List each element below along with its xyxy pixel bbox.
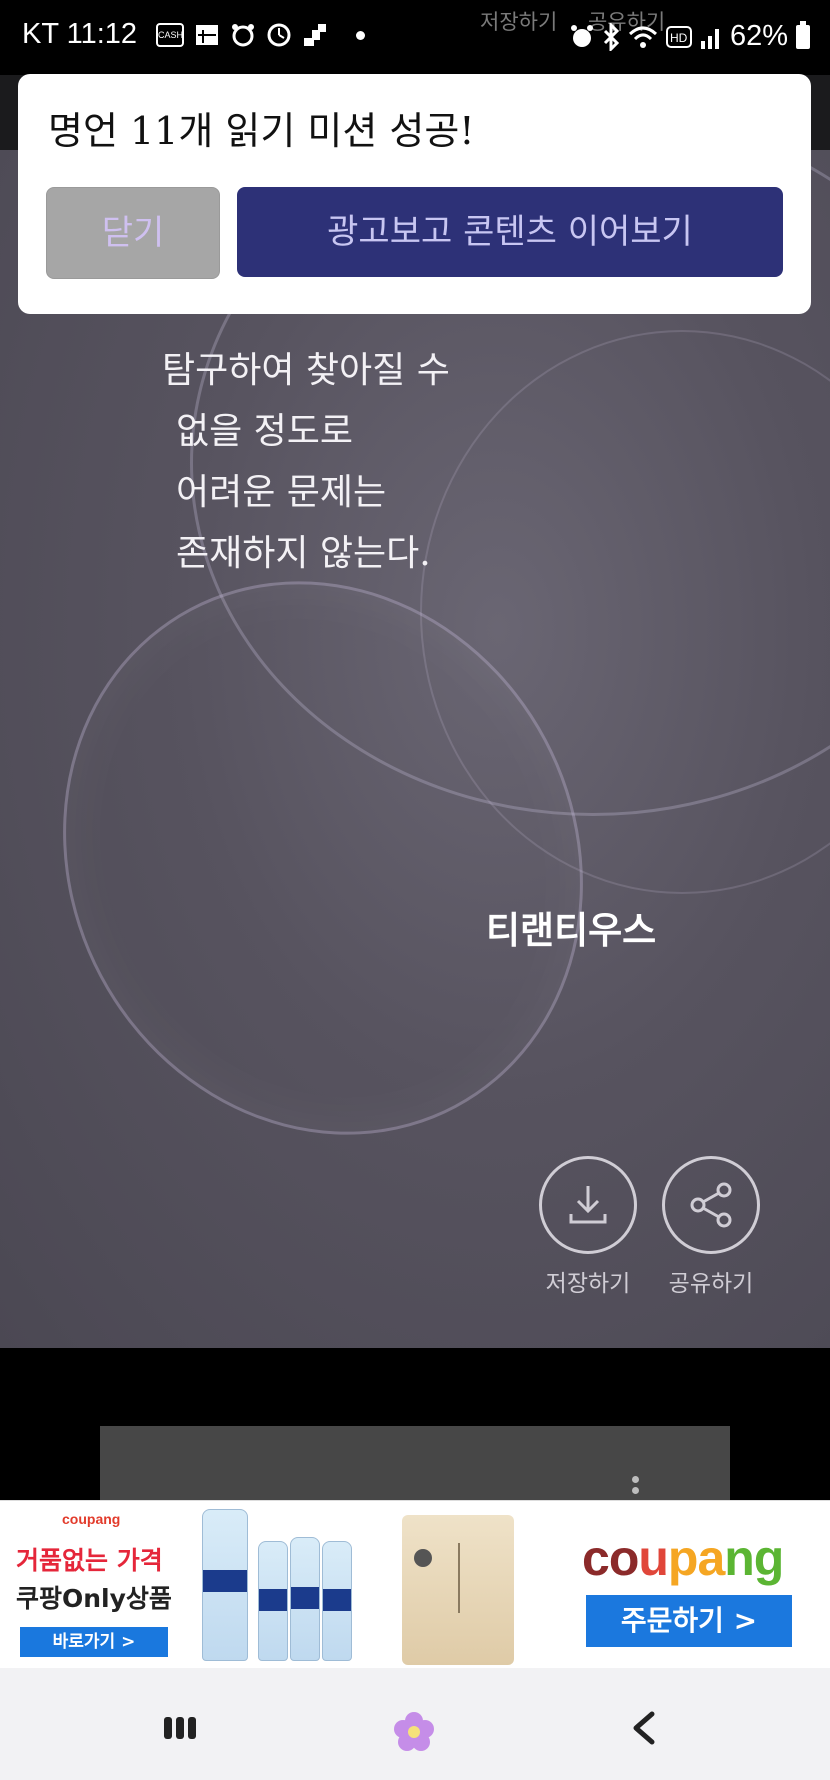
save-button[interactable]: 저장하기 (533, 1156, 643, 1298)
signal-icon (700, 28, 719, 49)
quote-line: 존재하지 않는다. (176, 533, 431, 574)
coupang-logo: coupang (582, 1530, 784, 1586)
mission-success-popup: 명언 11개 읽기 미션 성공! 닫기 광고보고 콘텐츠 이어보기 (18, 74, 811, 314)
ad-product-water[interactable] (186, 1507, 366, 1667)
share-button[interactable]: 공유하기 (656, 1156, 766, 1298)
more-options-icon[interactable] (632, 1476, 640, 1498)
download-icon[interactable] (539, 1156, 637, 1254)
steps-icon (302, 22, 328, 48)
share-icon[interactable] (662, 1156, 760, 1254)
ad-subheadline: 쿠팡Only상품 (16, 1584, 172, 1613)
ad-promo-tile[interactable]: coupang 거품없는 가격 쿠팡Only상품 바로가기 > (6, 1507, 178, 1667)
svg-text:HD: HD (670, 31, 688, 45)
ad-headline: 거품없는 가격 (16, 1546, 163, 1575)
more-notifications-dot-icon (356, 30, 365, 40)
back-icon[interactable] (628, 1708, 658, 1752)
popup-title: 명언 11개 읽기 미션 성공! (48, 109, 475, 153)
recent-apps-icon[interactable] (164, 1717, 200, 1743)
battery-icon (796, 20, 810, 49)
save-label: 저장하기 (545, 1271, 631, 1297)
ad-brand-tile[interactable]: coupang 주문하기 > (552, 1507, 828, 1667)
timer-icon (266, 22, 292, 48)
order-button[interactable]: 주문하기 > (586, 1595, 792, 1647)
quote-line: 없을 정도로 (176, 411, 354, 452)
ad-banner[interactable]: coupang 거품없는 가격 쿠팡Only상품 바로가기 > coupang … (0, 1500, 830, 1669)
rice-bag-image (402, 1515, 514, 1665)
alarm-icon (570, 24, 593, 47)
cash-icon: CASH (156, 23, 184, 47)
system-icons: HD 62% (570, 20, 810, 53)
ad-go-button[interactable]: 바로가기 > (20, 1627, 168, 1657)
list-icon (194, 22, 220, 48)
clock: 11:12 (66, 18, 138, 50)
quote-line: 탐구하여 찾아질 수 (162, 350, 450, 391)
close-button[interactable]: 닫기 (46, 187, 220, 279)
quote-card-image: 탐구하여 찾아질 수 없을 정도로 어려운 문제는 존재하지 않는다. 티랜티우… (0, 150, 830, 1348)
home-flower-icon[interactable] (392, 1710, 436, 1758)
bluetooth-icon (603, 22, 620, 51)
water-bottle-image (322, 1541, 352, 1661)
quote-line: 어려운 문제는 (176, 472, 387, 513)
quote-author: 티랜티우스 (486, 908, 657, 952)
watch-ad-continue-button[interactable]: 광고보고 콘텐츠 이어보기 (237, 187, 783, 277)
status-carrier-time: KT 11:12 (22, 18, 137, 51)
notification-icons: CASH (156, 22, 365, 48)
share-label: 공유하기 (668, 1271, 754, 1297)
wifi-icon (628, 26, 657, 48)
ghost-save-label: 저장하기 (480, 10, 558, 34)
hd-voice-icon: HD (665, 25, 692, 48)
water-bottle-image (258, 1541, 288, 1661)
system-nav-bar (0, 1668, 830, 1780)
ad-product-rice[interactable] (370, 1507, 548, 1667)
coupang-small-logo: coupang (62, 1511, 121, 1527)
battery-percent: 62% (729, 20, 788, 52)
carrier-label: KT (22, 18, 59, 50)
water-bottle-image (290, 1537, 320, 1661)
status-bar: 저장하기 공유하기 KT 11:12 CASH HD 62% (0, 0, 830, 75)
water-bottle-image (202, 1509, 248, 1661)
alarm-app-icon (230, 22, 256, 48)
quote-text: 탐구하여 찾아질 수 없을 정도로 어려운 문제는 존재하지 않는다. (162, 340, 450, 584)
